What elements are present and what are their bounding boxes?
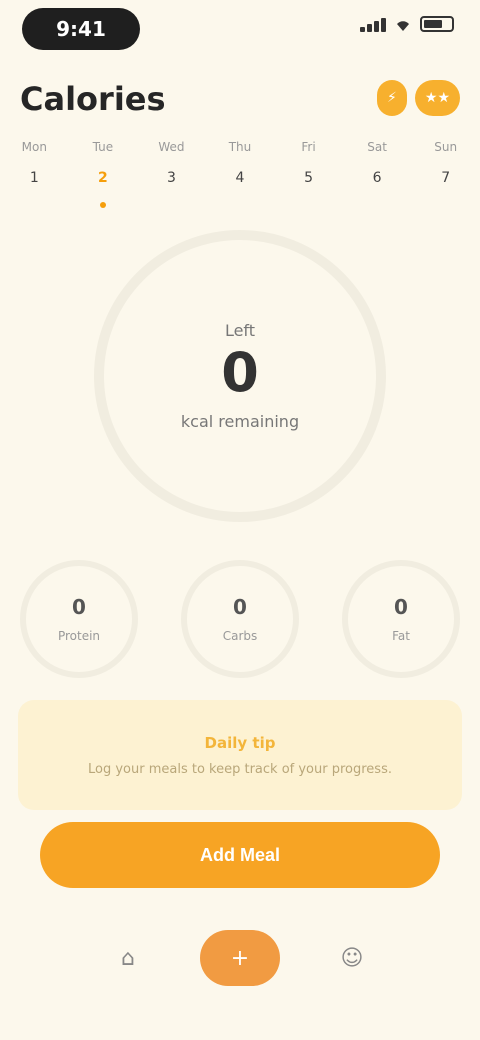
day-number: 7	[441, 170, 451, 186]
day-indicator	[237, 202, 243, 208]
calorie-ring: Left 0 kcal remaining	[94, 230, 386, 522]
streak-button[interactable]: ⚡	[377, 80, 407, 116]
signal-icon	[360, 16, 386, 32]
day-name: Mon	[21, 140, 47, 154]
premium-button[interactable]: ★★	[414, 80, 460, 116]
day-thu[interactable]: Thu 4	[213, 140, 267, 208]
macro-value: 0	[394, 595, 408, 619]
macro-label: Fat	[392, 629, 410, 643]
macro-label: Carbs	[222, 629, 258, 643]
day-indicator	[168, 202, 174, 208]
macro-ring-carbs[interactable]: 0 Carbs	[181, 560, 299, 678]
day-wed[interactable]: Wed 3	[144, 140, 198, 208]
macro-value: 0	[72, 595, 86, 619]
day-name: Sun	[434, 140, 458, 154]
ring-value: 0	[221, 341, 259, 404]
tip-text: Log your meals to keep track of your pro…	[88, 761, 392, 777]
add-meal-button[interactable]: Add Meal	[40, 822, 440, 888]
day-number: 4	[235, 170, 245, 186]
day-indicator	[374, 202, 380, 208]
day-fri[interactable]: Fri 5	[282, 140, 336, 208]
ring-subtitle: kcal remaining	[180, 412, 300, 431]
day-number: 5	[304, 170, 313, 186]
bottom-nav: ⌂ + ☺	[0, 930, 480, 986]
home-icon[interactable]: ⌂	[106, 936, 150, 980]
day-mon[interactable]: Mon 1	[7, 140, 61, 208]
day-indicator	[306, 202, 312, 208]
day-name: Sat	[367, 140, 387, 154]
day-sat[interactable]: Sat 6	[350, 140, 404, 208]
macro-ring-protein[interactable]: 0 Protein	[20, 560, 138, 678]
day-indicator	[31, 202, 37, 208]
day-name: Tue	[92, 140, 114, 154]
day-sun[interactable]: Sun 7	[419, 140, 473, 208]
day-number: 3	[166, 170, 176, 186]
tip-title: Daily tip	[204, 733, 276, 752]
ring-label: Left	[224, 321, 256, 340]
wifi-icon	[397, 21, 409, 31]
macro-rings: 0 Protein 0 Carbs 0 Fat	[20, 560, 460, 678]
page-title: Calories	[20, 80, 166, 118]
day-number: 1	[29, 170, 39, 186]
day-name: Fri	[301, 140, 316, 154]
tip-card: Daily tip Log your meals to keep track o…	[18, 700, 462, 810]
battery-icon	[420, 16, 454, 32]
macro-ring-fat[interactable]: 0 Fat	[342, 560, 460, 678]
day-number: 6	[372, 170, 382, 186]
week-strip: Mon 1 Tue 2 Wed 3 Thu 4 Fri 5 Sat 6 Sun 7	[0, 140, 480, 208]
day-indicator	[443, 202, 449, 208]
day-number: 2	[97, 170, 108, 186]
day-name: Thu	[228, 140, 252, 154]
day-tue[interactable]: Tue 2	[76, 140, 130, 208]
header-actions: ⚡ ★★	[377, 80, 460, 116]
active-day-indicator	[99, 202, 106, 208]
status-time: 9:41	[22, 8, 140, 50]
macro-value: 0	[233, 595, 247, 619]
day-name: Wed	[158, 140, 185, 154]
plus-icon[interactable]: +	[200, 930, 280, 986]
profile-icon[interactable]: ☺	[330, 936, 374, 980]
status-icons	[360, 16, 454, 32]
macro-label: Protein	[57, 629, 101, 643]
